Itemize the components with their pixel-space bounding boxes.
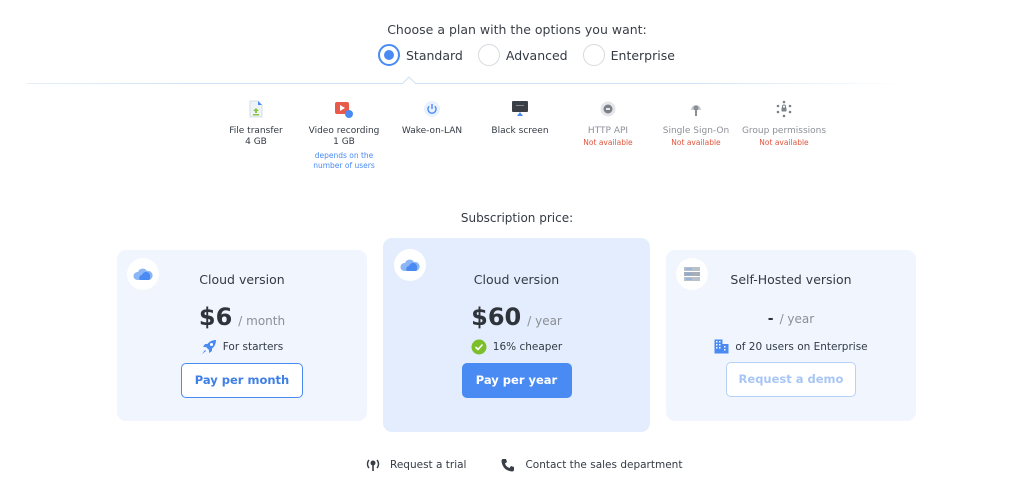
feature-video-recording: Video recording 1 GB depends on the numb… <box>300 100 388 171</box>
sso-icon <box>691 105 701 116</box>
request-trial-link[interactable]: Request a trial <box>366 457 466 472</box>
feature-black-screen: Black screen <box>476 100 564 171</box>
feature-status: Not available <box>671 138 721 147</box>
rocket-icon <box>201 340 216 354</box>
check-badge-icon <box>471 339 487 355</box>
feature-status: Not available <box>759 138 809 147</box>
feature-status: Not available <box>583 138 633 147</box>
feature-name: Wake-on-LAN <box>401 126 463 136</box>
price: $6 <box>198 303 233 331</box>
cloud-badge <box>127 258 159 290</box>
cloud-badge <box>394 249 426 281</box>
radio-enterprise[interactable] <box>582 44 605 66</box>
feature-file-transfer: File transfer 4 GB <box>212 100 300 171</box>
feature-wake-on-lan: Wake-on-LAN <box>388 100 476 171</box>
price: - <box>767 311 774 327</box>
plan-prompt: Choose a plan with the options you want: <box>387 22 647 37</box>
feature-value: 1 GB <box>333 137 355 147</box>
pricing-card-self-hosted: Self-Hosted version - / year of 20 users… <box>666 250 916 421</box>
request-demo-button[interactable]: Request a demo <box>726 362 856 397</box>
plan-label: Advanced <box>505 47 568 63</box>
footer-links: Request a trial Contact the sales depart… <box>366 457 717 472</box>
contact-sales-link[interactable]: Contact the sales department <box>501 458 682 472</box>
server-badge <box>676 258 708 290</box>
price: $60 <box>471 303 522 331</box>
feature-name: HTTP API <box>587 126 629 136</box>
feature-note: depends on the number of users <box>313 151 375 170</box>
server-icon <box>684 267 700 281</box>
video-recording-icon <box>335 102 353 118</box>
pay-per-year-button[interactable]: Pay per year <box>461 363 572 398</box>
cloud-icon <box>400 259 420 271</box>
pay-per-month-button[interactable]: Pay per month <box>181 363 303 398</box>
pricing-card-monthly: Cloud version $6 / month For starters Pa… <box>117 250 367 421</box>
feature-group-permissions: Group permissions Not available <box>740 100 828 171</box>
feature-value: 4 GB <box>245 137 267 147</box>
group-permissions-icon <box>776 100 792 118</box>
feature-name: Group permissions <box>741 126 827 136</box>
plan-selector: Standard Advanced Enterprise <box>378 44 690 66</box>
radio-standard[interactable] <box>378 44 400 66</box>
feature-name: Single Sign-On <box>662 126 730 136</box>
feature-name: Black screen <box>491 126 549 136</box>
plan-label: Standard <box>406 47 463 63</box>
plan-option-enterprise[interactable]: Enterprise <box>582 44 675 66</box>
api-icon <box>600 101 616 117</box>
link-label: Contact the sales department <box>525 458 683 471</box>
trial-icon <box>366 459 380 471</box>
building-icon <box>714 339 729 354</box>
radio-advanced[interactable] <box>477 44 500 66</box>
file-transfer-icon <box>249 100 263 118</box>
plan-option-standard[interactable]: Standard <box>378 44 463 66</box>
price-period: / year <box>779 312 815 326</box>
monitor-icon <box>512 101 528 116</box>
perk-text: For starters <box>222 341 284 353</box>
feature-http-api: HTTP API Not available <box>564 100 652 171</box>
feature-single-sign-on: Single Sign-On Not available <box>652 100 740 171</box>
feature-name: File transfer <box>229 126 283 136</box>
divider <box>27 83 907 84</box>
selection-notch <box>402 76 416 84</box>
price-period: / month <box>238 314 286 328</box>
subscription-title: Subscription price: <box>460 211 574 225</box>
cloud-icon <box>133 268 153 280</box>
perk-text: 16% cheaper <box>492 341 563 353</box>
feature-list: File transfer 4 GB Video recording 1 GB … <box>212 100 828 171</box>
feature-name: Video recording <box>308 126 380 136</box>
perk-text: of 20 users on Enterprise <box>735 340 868 353</box>
phone-icon <box>501 458 515 471</box>
price-period: / year <box>527 314 562 328</box>
plan-option-advanced[interactable]: Advanced <box>477 44 568 66</box>
plan-label: Enterprise <box>610 47 675 63</box>
pricing-card-yearly: Cloud version $60 / year 16% cheaper Pay… <box>383 238 650 432</box>
link-label: Request a trial <box>390 458 467 471</box>
power-icon <box>424 101 440 117</box>
